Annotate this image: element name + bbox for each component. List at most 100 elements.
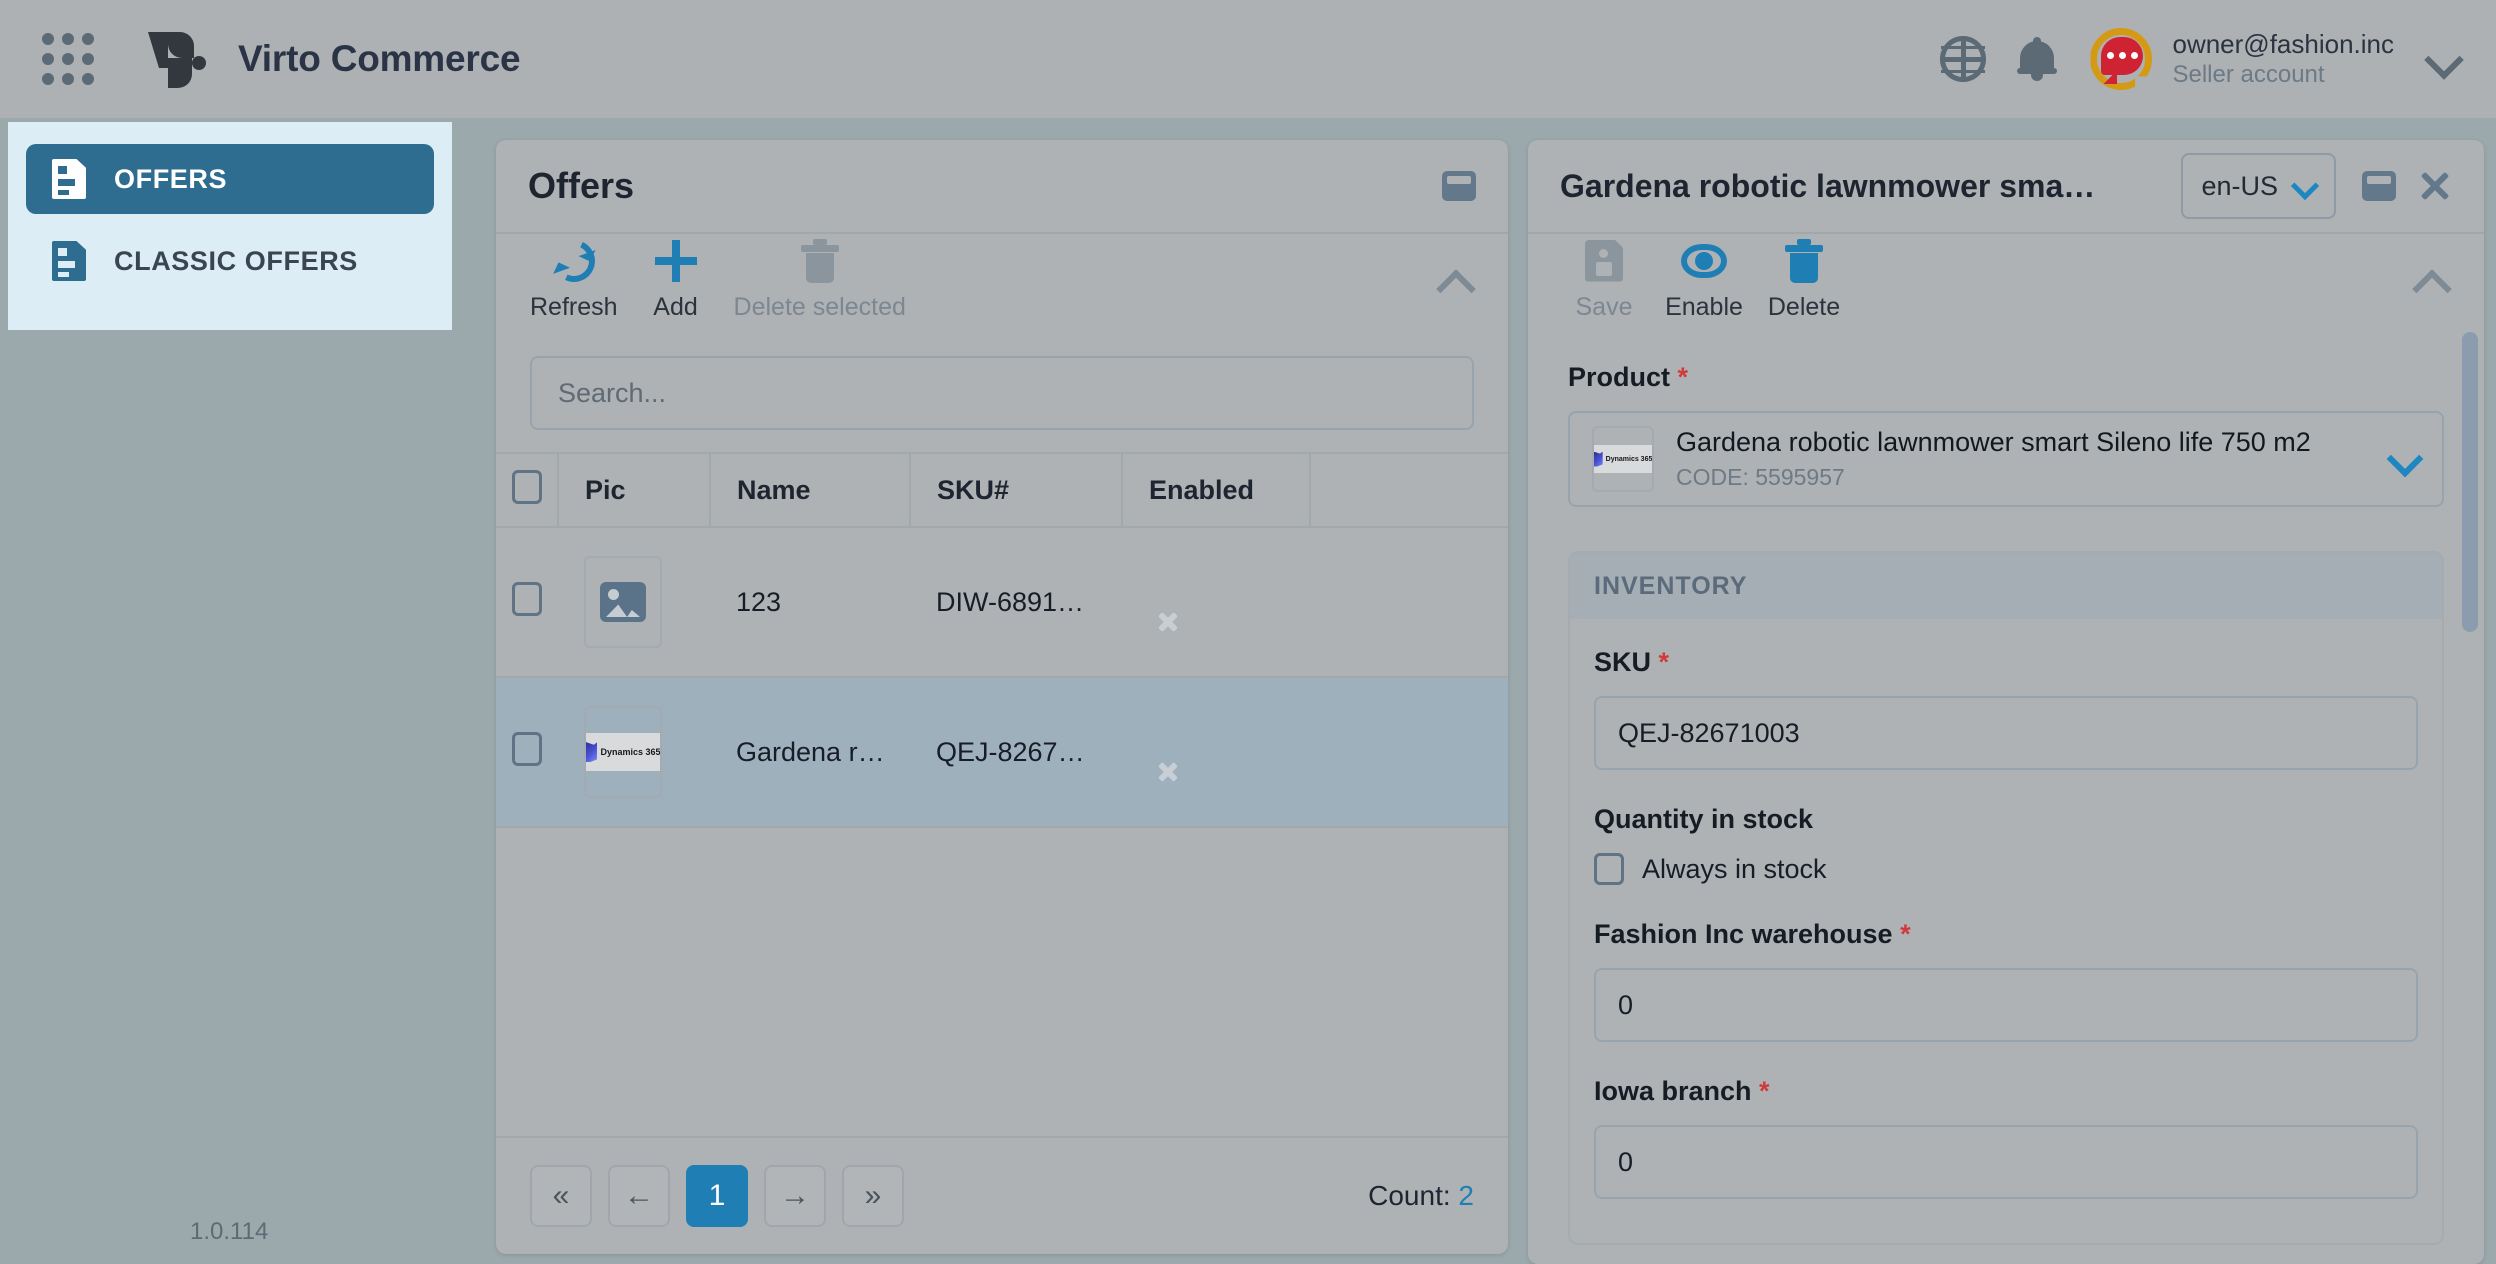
chevron-up-icon[interactable]: [1436, 265, 1474, 295]
required-marker: *: [1759, 1076, 1770, 1106]
row-checkbox[interactable]: [512, 731, 542, 766]
sidebar-item-label: CLASSIC OFFERS: [114, 245, 358, 276]
search-container: [496, 326, 1508, 452]
detail-header-actions: en-US: [2181, 153, 2452, 219]
always-in-stock-label: Always in stock: [1642, 853, 1827, 884]
inventory-section-header: INVENTORY: [1570, 553, 2442, 619]
row-pic-cell: Dynamics 365: [558, 676, 710, 828]
row-name-cell: Gardena r…: [710, 676, 910, 828]
chevron-down-icon[interactable]: [2428, 42, 2462, 76]
trash-icon: [800, 238, 839, 283]
page-first-button[interactable]: «: [530, 1165, 592, 1227]
page-prev-button[interactable]: ←: [608, 1165, 670, 1227]
grid-apps-icon[interactable]: [42, 33, 94, 85]
column-header-name[interactable]: Name: [710, 452, 911, 528]
top-header: Virto Commerce owner@fashion.inc Seller …: [0, 0, 2496, 118]
product-info: Gardena robotic lawnmower smart Sileno l…: [1676, 427, 2311, 491]
account-info[interactable]: owner@fashion.inc Seller account: [2172, 28, 2394, 91]
product-selector[interactable]: Dynamics 365 Gardena robotic lawnmower s…: [1568, 411, 2444, 507]
row-name-cell: 123: [710, 526, 910, 678]
iowa-branch-label: Iowa branch *: [1594, 1076, 2418, 1107]
row-pic-cell: [558, 526, 710, 678]
inventory-section: INVENTORY SKU * Quantity in stock Always…: [1568, 551, 2444, 1245]
quantity-label: Quantity in stock: [1594, 804, 1814, 834]
row-checkbox[interactable]: [512, 581, 542, 616]
product-code: CODE: 5595957: [1676, 464, 1845, 490]
row-blank-cell: [1310, 526, 1508, 678]
sku-label: SKU *: [1594, 647, 2418, 678]
chevron-up-icon[interactable]: [2412, 265, 2450, 295]
delete-selected-label: Delete selected: [733, 292, 906, 321]
page-next-button[interactable]: →: [764, 1165, 826, 1227]
avatar[interactable]: [2090, 28, 2153, 90]
detail-title: Gardena robotic lawnmower sma…: [1560, 167, 2096, 204]
window-restore-icon[interactable]: [2362, 171, 2396, 201]
column-header-enabled[interactable]: Enabled: [1122, 452, 1311, 528]
brand-title: Virto Commerce: [238, 38, 521, 79]
account-email: owner@fashion.inc: [2172, 28, 2394, 59]
column-header-sku[interactable]: SKU#: [910, 452, 1123, 528]
row-enabled-cell: [1122, 526, 1310, 678]
document-icon: [52, 241, 86, 281]
chevron-down-icon: [2294, 175, 2316, 197]
product-label-text: Product: [1568, 362, 1671, 392]
detail-scrollbar[interactable]: [2462, 332, 2478, 1254]
iowa-branch-input[interactable]: [1594, 1125, 2418, 1199]
select-all-checkbox[interactable]: [511, 469, 542, 504]
count-value: 2: [1458, 1180, 1474, 1211]
row-select-cell: [496, 676, 558, 828]
bell-icon[interactable]: [2000, 22, 2074, 96]
row-enabled-cell: [1122, 676, 1310, 828]
close-icon[interactable]: [2418, 169, 2452, 203]
column-header-blank: [1310, 452, 1508, 528]
table-row[interactable]: 123 DIW-6891…: [496, 526, 1508, 678]
save-icon: [1585, 239, 1623, 283]
column-header-pic[interactable]: Pic: [558, 452, 711, 528]
chevron-down-icon[interactable]: [2390, 444, 2420, 474]
delete-label: Delete: [1767, 292, 1841, 321]
table-row[interactable]: Dynamics 365 Gardena r… QEJ-8267…: [496, 676, 1508, 828]
trash-icon: [1785, 238, 1823, 283]
fashion-inc-warehouse-input[interactable]: [1594, 968, 2418, 1042]
required-marker: *: [1677, 362, 1689, 392]
virto-logo-icon: [146, 28, 210, 90]
search-input[interactable]: [530, 356, 1474, 430]
inventory-section-body: SKU * Quantity in stock Always in stock …: [1570, 619, 2442, 1243]
always-in-stock-checkbox[interactable]: [1594, 853, 1624, 885]
offer-detail-blade: Gardena robotic lawnmower sma… en-US Sav…: [1528, 140, 2484, 1264]
header-actions: owner@fashion.inc Seller account: [1926, 22, 2496, 96]
add-label: Add: [653, 292, 698, 321]
row-sku-cell: DIW-6891…: [910, 526, 1122, 678]
dynamics-365-logo: Dynamics 365: [1592, 426, 1654, 492]
dynamics-365-logo: Dynamics 365: [584, 706, 662, 798]
sidebar-item-label: OFFERS: [114, 163, 228, 194]
sidebar-item-offers[interactable]: OFFERS: [26, 144, 434, 214]
globe-icon[interactable]: [1926, 22, 2000, 96]
table-header-row: Pic Name SKU# Enabled: [496, 452, 1508, 528]
page-number-button[interactable]: 1: [686, 1165, 748, 1227]
page-last-button[interactable]: »: [842, 1165, 904, 1227]
sku-input[interactable]: [1594, 696, 2418, 770]
sku-label-text: SKU: [1594, 647, 1652, 677]
row-select-cell: [496, 526, 558, 678]
delete-button[interactable]: Delete: [1762, 238, 1846, 322]
refresh-icon: [546, 233, 601, 288]
window-restore-icon[interactable]: [1442, 171, 1476, 201]
save-button[interactable]: Save: [1562, 239, 1646, 322]
enable-button[interactable]: Enable: [1662, 239, 1746, 322]
scrollbar-thumb[interactable]: [2462, 332, 2478, 632]
warehouse-label-text: Fashion Inc warehouse: [1594, 919, 1893, 949]
offers-toolbar: Refresh Add Delete selected: [496, 232, 1508, 326]
eye-icon: [1681, 239, 1727, 283]
delete-selected-button[interactable]: Delete selected: [733, 238, 906, 322]
required-marker: *: [1658, 647, 1670, 677]
always-in-stock-row[interactable]: Always in stock: [1594, 853, 2418, 885]
select-all-header: [496, 452, 559, 528]
row-sku-cell: QEJ-8267…: [910, 676, 1122, 828]
sidebar-item-classic-offers[interactable]: CLASSIC OFFERS: [26, 226, 434, 296]
enable-label: Enable: [1665, 292, 1743, 321]
refresh-button[interactable]: Refresh: [530, 233, 618, 322]
record-count: Count: 2: [1368, 1180, 1474, 1212]
add-button[interactable]: Add: [634, 239, 718, 322]
language-select[interactable]: en-US: [2181, 153, 2336, 219]
